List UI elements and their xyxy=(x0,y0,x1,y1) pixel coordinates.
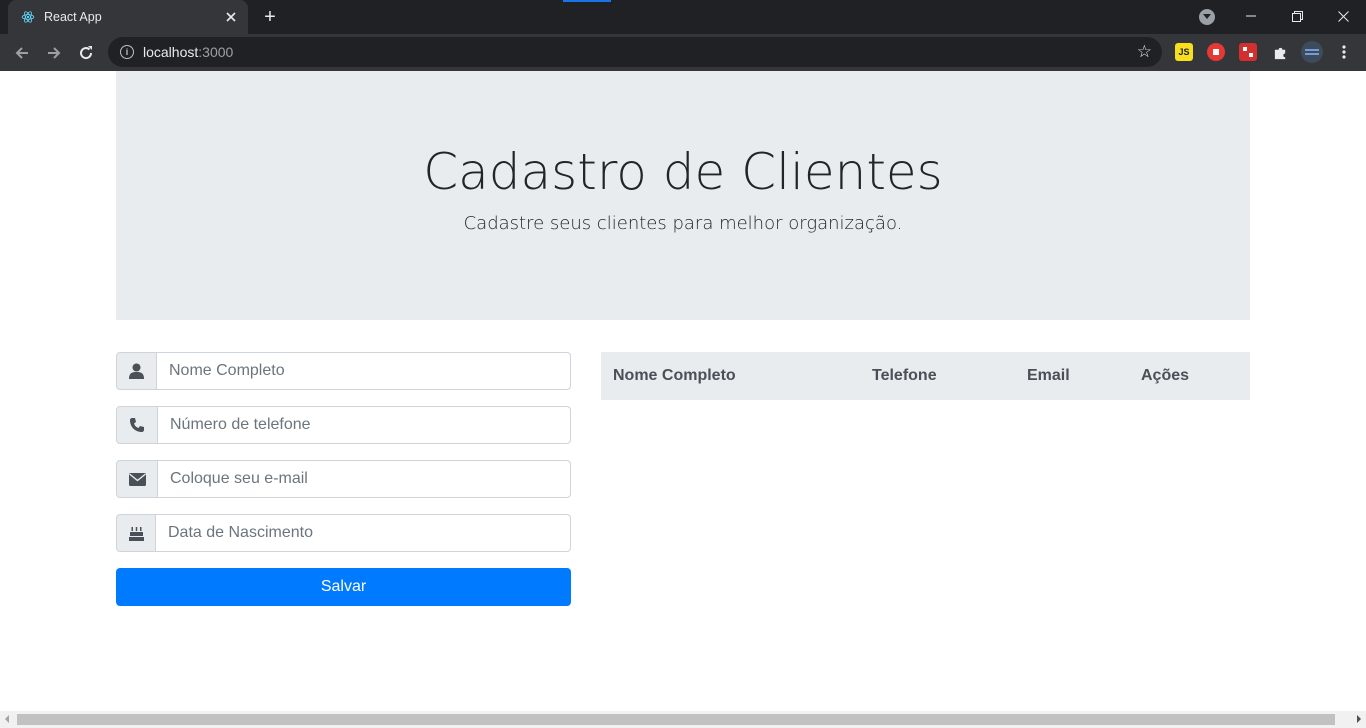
kebab-menu-icon[interactable] xyxy=(1335,43,1353,61)
browser-tab[interactable]: React App xyxy=(8,0,248,34)
jumbotron-header: Cadastro de Clientes Cadastre seus clien… xyxy=(116,71,1250,320)
adblock-extension-icon[interactable] xyxy=(1207,43,1225,61)
birthday-cake-icon xyxy=(116,514,156,552)
arrow-left-icon[interactable] xyxy=(9,40,35,66)
close-tab-icon[interactable] xyxy=(220,6,242,28)
phone-input-group xyxy=(116,406,571,444)
red-extension-icon[interactable] xyxy=(1239,43,1257,61)
birthdate-input-group xyxy=(116,514,571,552)
restore-icon[interactable] xyxy=(1274,0,1320,32)
minimize-icon[interactable] xyxy=(1228,0,1274,32)
column-header-phone: Telefone xyxy=(872,367,937,384)
birthdate-field[interactable] xyxy=(156,514,571,552)
star-icon[interactable]: ☆ xyxy=(1137,42,1152,62)
browser-tabbar: React App + xyxy=(0,0,1366,34)
column-header-name: Nome Completo xyxy=(613,367,736,384)
envelope-icon xyxy=(116,460,158,498)
user-icon xyxy=(116,352,157,390)
save-button[interactable]: Salvar xyxy=(116,568,571,606)
name-input-group xyxy=(116,352,571,390)
table-header: Nome Completo Telefone Email Ações xyxy=(601,352,1250,400)
profile-avatar[interactable] xyxy=(1301,41,1323,63)
new-tab-button[interactable]: + xyxy=(258,5,282,29)
info-icon[interactable]: i xyxy=(120,45,134,59)
phone-field[interactable] xyxy=(158,406,571,444)
clients-table: Nome Completo Telefone Email Ações xyxy=(601,352,1250,400)
js-extension-icon[interactable]: JS xyxy=(1175,43,1193,61)
window-close-icon[interactable] xyxy=(1320,0,1366,32)
table-header-row: Nome Completo Telefone Email Ações xyxy=(601,352,1250,400)
column-header-email: Email xyxy=(1027,367,1070,384)
page-title: Cadastro de Clientes xyxy=(423,143,943,201)
js-extension-label: JS xyxy=(1178,47,1190,57)
email-field[interactable] xyxy=(158,460,571,498)
arrow-right-icon[interactable] xyxy=(41,40,67,66)
url-host: localhost xyxy=(143,44,199,60)
browser-toolbar: i localhost :3000 ☆ JS xyxy=(0,34,1366,71)
phone-icon xyxy=(116,406,158,444)
url-port: :3000 xyxy=(198,44,234,60)
scroll-right-icon[interactable] xyxy=(1357,715,1361,723)
column-header-actions: Ações xyxy=(1141,367,1190,384)
tab-strip-accent xyxy=(563,0,611,2)
email-input-group xyxy=(116,460,571,498)
address-bar[interactable]: i localhost :3000 ☆ xyxy=(108,37,1162,67)
puzzle-icon[interactable] xyxy=(1271,43,1289,61)
horizontal-scrollbar[interactable] xyxy=(0,711,1366,728)
react-icon xyxy=(20,9,36,25)
tab-title: React App xyxy=(44,10,102,24)
reload-icon[interactable] xyxy=(73,40,99,66)
tab-search-icon[interactable] xyxy=(1199,9,1215,25)
name-field[interactable] xyxy=(157,352,571,390)
page-subtitle: Cadastre seus clientes para melhor organ… xyxy=(463,213,903,234)
client-form: Salvar xyxy=(116,352,571,606)
scroll-left-icon[interactable] xyxy=(5,715,9,723)
scrollbar-thumb[interactable] xyxy=(17,714,1335,725)
